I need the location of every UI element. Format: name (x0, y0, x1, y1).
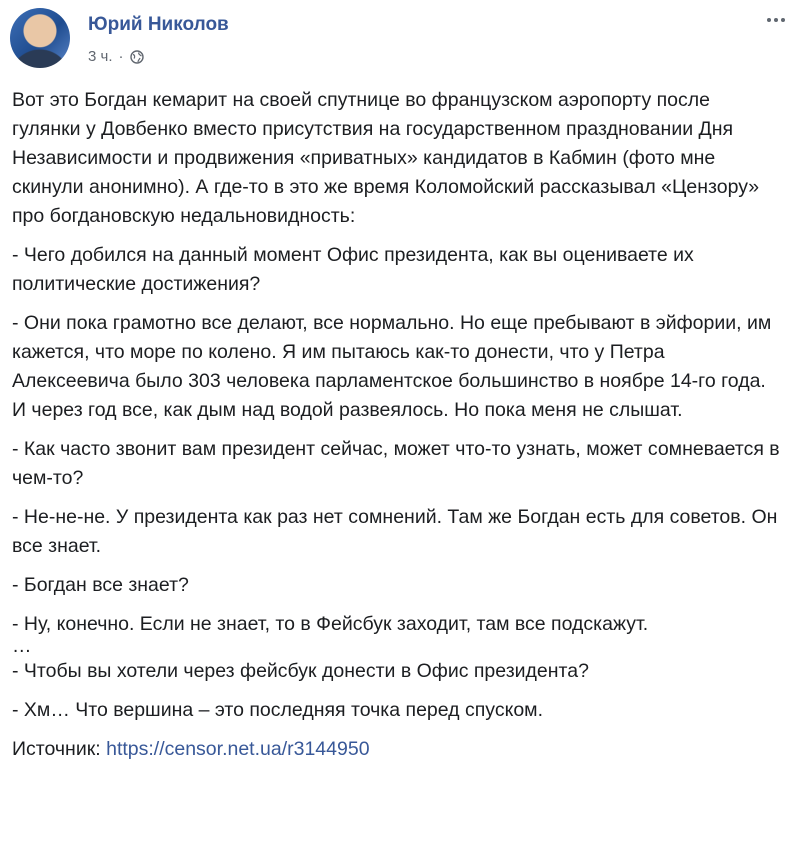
post-body: Вот это Богдан кемарит на своей спутнице… (12, 86, 782, 774)
globe-icon[interactable] (129, 50, 144, 64)
post-paragraph: - Они пока грамотно все делают, все норм… (12, 312, 772, 421)
facebook-post: Юрий Николов 3 ч. · Вот это Богдан кемар… (0, 0, 800, 860)
source-link[interactable]: https://censor.net.ua/r3144950 (106, 738, 369, 760)
post-header: Юрий Николов 3 ч. · (10, 8, 229, 76)
timestamp-row: 3 ч. · (88, 48, 229, 66)
post-paragraph: - Не-не-не. У президента как раз нет сом… (12, 506, 778, 557)
post-paragraph: - Как часто звонит вам президент сейчас,… (12, 438, 780, 489)
post-paragraph: Вот это Богдан кемарит на своей спутнице… (12, 89, 760, 227)
meta-separator: · (118, 48, 124, 65)
post-paragraph: - Хм… Что вершина – это последняя точка … (12, 699, 543, 721)
post-paragraph: - Чтобы вы хотели через фейсбук донести … (12, 660, 589, 682)
avatar[interactable] (10, 8, 70, 68)
author-name[interactable]: Юрий Николов (88, 14, 229, 36)
post-time[interactable]: 3 ч. (88, 48, 113, 66)
post-meta: Юрий Николов 3 ч. · (88, 8, 229, 76)
more-options-icon[interactable] (766, 10, 786, 30)
source-line: Источник: https://censor.net.ua/r3144950 (12, 735, 782, 764)
post-paragraph: - Богдан все знает? (12, 574, 189, 596)
source-label: Источник: (12, 738, 107, 760)
post-paragraph: - Чего добился на данный момент Офис пре… (12, 244, 694, 295)
